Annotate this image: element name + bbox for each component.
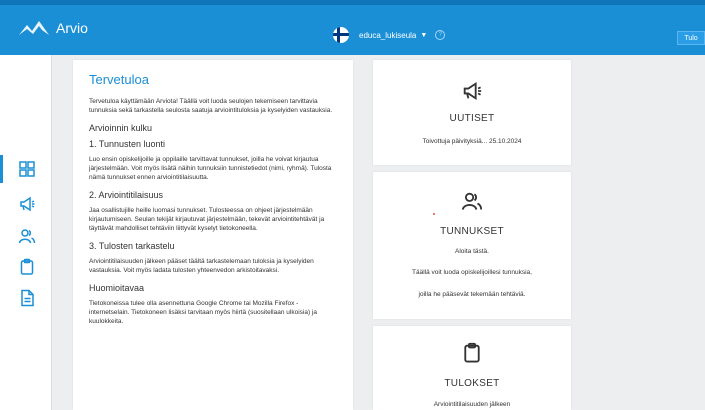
arvio-logo-icon: [19, 21, 49, 35]
notification-dot: [433, 213, 435, 215]
users-line1: Aloita tästä.: [455, 248, 489, 255]
results-card[interactable]: TULOKSET Arviointitilaisuuden jälkeen: [373, 326, 571, 410]
news-title: UUTISET: [449, 113, 495, 124]
step2-text: Jaa osallistujille heille luomasi tunnuk…: [89, 207, 325, 232]
step2-heading: 2. Arviointitilaisuus: [89, 190, 164, 200]
section-heading: Arvioinnin kulku: [89, 123, 153, 133]
app-name: Arvio: [56, 20, 88, 36]
page-title: Tervetuloa: [89, 72, 149, 87]
login-button[interactable]: Tulo: [677, 31, 705, 45]
step1-text: Luo ensin opiskelijoille ja oppilaille t…: [89, 156, 332, 181]
users-icon: [461, 190, 483, 212]
brand[interactable]: Arvio: [18, 19, 88, 37]
users-title: TUNNUKSET: [440, 226, 504, 237]
news-card[interactable]: UUTISET Toivottuja päivityksiä... 25.10.…: [373, 60, 571, 165]
caret-down-icon: ▼: [420, 31, 428, 39]
megaphone-icon[interactable]: [18, 195, 36, 213]
users-icon[interactable]: [18, 227, 36, 245]
clipboard-icon: [461, 342, 483, 364]
users-card[interactable]: TUNNUKSET Aloita tästä. Täällä voit luod…: [373, 172, 571, 319]
clipboard-icon[interactable]: [18, 258, 36, 276]
top-bar: Arvio educa_lukiseula ▼ ? Tulo: [0, 0, 705, 55]
active-indicator: [0, 155, 3, 183]
users-line3: joilla he pääsevät tekemään tehtäviä.: [418, 291, 526, 298]
document-icon[interactable]: [18, 289, 36, 307]
help-icon[interactable]: ?: [435, 30, 446, 40]
megaphone-icon: [461, 80, 483, 102]
dashboard-icon[interactable]: [18, 160, 36, 178]
sidebar: [0, 55, 52, 410]
step3-text: Arviointitilaisuuden jälkeen pääset tääl…: [89, 258, 314, 274]
notice-text: Tietokoneissa tulee olla asennettuna Goo…: [89, 300, 317, 325]
finnish-flag-icon[interactable]: [333, 27, 349, 43]
results-text: Arviointitilaisuuden jälkeen: [433, 401, 511, 408]
step1-heading: 1. Tunnusten luonti: [89, 139, 166, 149]
step3-heading: 3. Tulosten tarkastelu: [89, 241, 175, 251]
users-line2: Täällä voit luoda opiskelijoillesi tunnu…: [412, 269, 532, 276]
welcome-card: Tervetuloa Tervetuloa käyttämään Arviota…: [73, 60, 353, 410]
notice-heading: Huomioitavaa: [89, 283, 145, 293]
news-text: Toivottuja päivityksiä... 25.10.2024: [422, 138, 522, 145]
results-title: TULOKSET: [444, 378, 500, 389]
school-select-value: educa_lukiseula: [359, 30, 417, 40]
school-select[interactable]: educa_lukiseula ▼ ?: [359, 30, 446, 40]
intro-text: Tervetuloa käyttämään Arviota! Täällä vo…: [89, 98, 333, 114]
